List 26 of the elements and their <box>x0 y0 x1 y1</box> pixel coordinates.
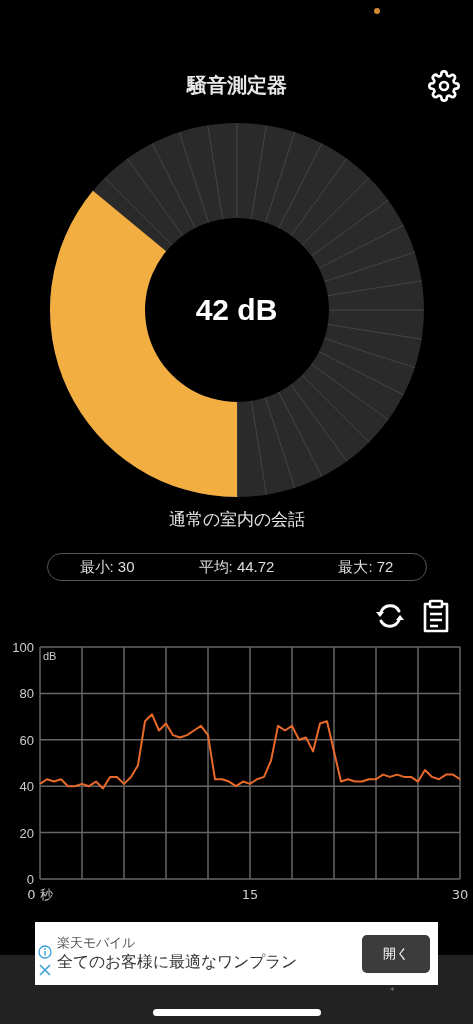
axis-label: 0 秒 <box>27 887 53 902</box>
ad-headline: 全てのお客様に最適なワンプラン <box>57 952 298 973</box>
asterisk-mark: * <box>390 986 395 996</box>
app-title: 騒音測定器 <box>186 71 287 99</box>
axis-label: 0 <box>26 872 34 887</box>
axis-label: 60 <box>19 732 34 748</box>
stat-value: 平均: 44.72 <box>198 557 275 577</box>
stat-value: 最大: 72 <box>338 557 394 577</box>
axis-label: 80 <box>19 686 34 702</box>
info-icon[interactable] <box>38 944 52 959</box>
status-dot <box>374 8 380 14</box>
open-button[interactable]: 開く <box>362 934 430 973</box>
settings-icon[interactable] <box>428 70 460 102</box>
axis-label: 100 <box>12 640 34 655</box>
decibel-reading: 42 dB <box>195 293 278 327</box>
clipboard-icon[interactable] <box>421 599 451 633</box>
axis-label: 20 <box>19 825 34 841</box>
reset-icon[interactable] <box>373 601 407 631</box>
noise-description: 通常の室内の会話 <box>168 508 305 531</box>
stat-value: 最小: 30 <box>79 557 135 577</box>
axis-label: 30 <box>451 887 469 902</box>
axis-label: 15 <box>241 887 259 902</box>
close-icon[interactable] <box>38 962 52 977</box>
advertiser-name: 楽天モバイル <box>57 934 136 952</box>
unit-label: dB <box>43 650 57 662</box>
axis-label: 40 <box>19 779 34 795</box>
